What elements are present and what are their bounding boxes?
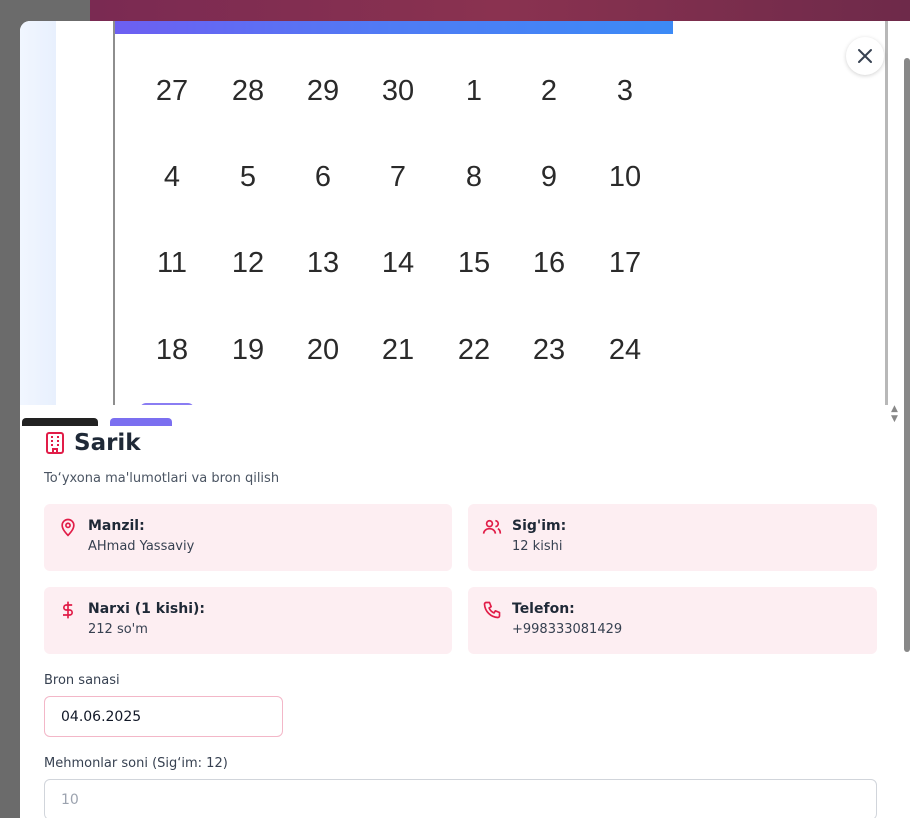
- date-field-label: Bron sanasi: [44, 673, 120, 688]
- users-icon: [482, 519, 502, 534]
- gallery-thumbnail[interactable]: [110, 418, 172, 426]
- calendar-day: 2: [540, 75, 558, 107]
- calendar-day: 1: [465, 75, 483, 107]
- price-label: Narxi (1 kishi):: [88, 601, 205, 617]
- calendar-day: 8: [465, 161, 483, 193]
- guests-input[interactable]: [44, 779, 877, 818]
- calendar-day: 21: [381, 334, 415, 366]
- dollar-icon: [63, 601, 73, 619]
- building-icon: [46, 432, 64, 454]
- page-subtitle: To‘yxona ma'lumotlari va bron qilish: [44, 471, 280, 486]
- info-cards: Manzil: AHmad Yassaviy Sig'im: 12 kishi: [44, 504, 890, 654]
- calendar-header-bar: [115, 21, 673, 34]
- address-label: Manzil:: [88, 518, 145, 534]
- calendar-day: 11: [156, 247, 188, 279]
- backdrop: [90, 0, 910, 22]
- price-card: Narxi (1 kishi): 212 so'm: [44, 587, 452, 654]
- capacity-label: Sig'im:: [512, 518, 567, 534]
- phone-card: Telefon: +998333081429: [468, 587, 877, 654]
- calendar-day: 7: [389, 161, 407, 193]
- calendar-day: 4: [163, 161, 181, 193]
- close-icon: [858, 49, 872, 63]
- price-value: 212 so'm: [88, 622, 148, 637]
- calendar-day: 18: [155, 334, 189, 366]
- calendar-day: 28: [231, 75, 265, 107]
- calendar-day: 5: [239, 161, 257, 193]
- calendar-day: 10: [608, 161, 642, 193]
- calendar-day: 29: [306, 75, 340, 107]
- photo-frame-right: [885, 21, 888, 405]
- phone-icon: [483, 601, 501, 619]
- calendar-day: 27: [155, 75, 189, 107]
- close-button[interactable]: [846, 37, 884, 75]
- date-field[interactable]: 04.06.2025: [44, 696, 283, 737]
- calendar-day: 9: [540, 161, 558, 193]
- map-pin-icon: [61, 518, 75, 537]
- calendar-day: 23: [532, 334, 566, 366]
- scroll-down-icon[interactable]: ▼: [891, 414, 898, 424]
- calendar-day: 19: [231, 334, 265, 366]
- scroll-up-icon[interactable]: ▲: [891, 404, 898, 414]
- calendar-day: 24: [608, 334, 642, 366]
- calendar-day: 13: [306, 247, 340, 279]
- calendar-day: 12: [231, 247, 265, 279]
- title-row: Sarik: [44, 430, 890, 456]
- venue-photo-calendar: 27 28 29 30 1 2 3 4 5 6 7 8 9 10 11 12 13 14 15 16 17 18 19 20 2…: [20, 21, 890, 405]
- address-value: AHmad Yassaviy: [88, 539, 195, 554]
- calendar-day: 6: [314, 161, 332, 193]
- calendar-day: 20: [306, 334, 340, 366]
- venue-details: Sarik To‘yxona ma'lumotlari va bron qili…: [44, 426, 890, 818]
- calendar-day: 15: [457, 247, 491, 279]
- calendar-day: 3: [616, 75, 634, 107]
- scrollbar-thumb[interactable]: [904, 58, 910, 652]
- photo-frame-left: [113, 21, 115, 405]
- photo-left-strip: [20, 21, 56, 405]
- calendar-day: 16: [532, 247, 566, 279]
- date-field-value: 04.06.2025: [61, 708, 142, 725]
- phone-label: Telefon:: [512, 601, 575, 617]
- calendar-day: 14: [381, 247, 415, 279]
- guests-field-label: Mehmonlar soni (Sig‘im: 12): [44, 756, 228, 771]
- calendar-day: 17: [608, 247, 642, 279]
- venue-modal: 27 28 29 30 1 2 3 4 5 6 7 8 9 10 11 12 13 14 15 16 17 18 19 20 2…: [20, 21, 910, 818]
- address-card: Manzil: AHmad Yassaviy: [44, 504, 452, 571]
- calendar-day: 22: [457, 334, 491, 366]
- page-title: Sarik: [74, 430, 141, 456]
- gallery-thumbnail[interactable]: [22, 418, 98, 426]
- calendar-day: 30: [381, 75, 415, 107]
- capacity-value: 12 kishi: [512, 539, 563, 554]
- phone-value: +998333081429: [512, 622, 623, 637]
- capacity-card: Sig'im: 12 kishi: [468, 504, 877, 571]
